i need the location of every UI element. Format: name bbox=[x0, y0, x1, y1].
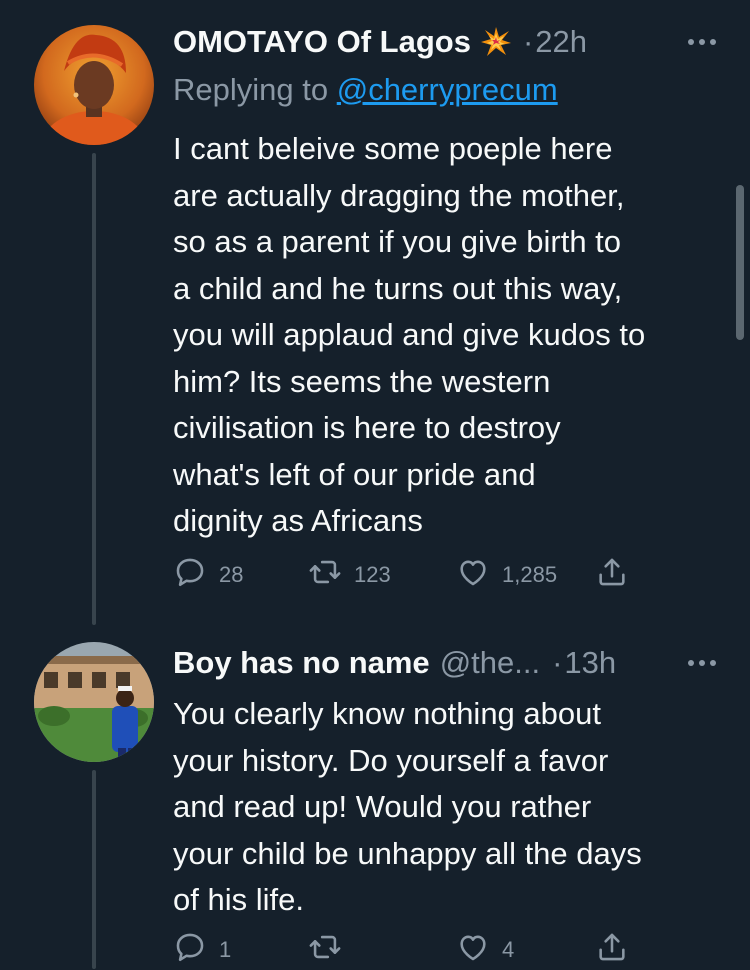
tweet[interactable]: OMOTAYO Of Lagos · 22h Replying to @cher… bbox=[0, 0, 750, 625]
reply-icon bbox=[173, 930, 207, 970]
like-button[interactable]: 4 bbox=[456, 930, 514, 970]
share-icon bbox=[595, 555, 629, 595]
separator-dot: · bbox=[522, 24, 534, 59]
replying-to: Replying to @cherryprecum bbox=[173, 72, 558, 108]
more-icon[interactable] bbox=[688, 39, 716, 45]
display-name[interactable]: Boy has no name bbox=[173, 645, 430, 681]
retweet-icon bbox=[308, 930, 342, 970]
retweet-icon bbox=[308, 555, 342, 595]
username[interactable]: @the... bbox=[440, 645, 540, 681]
reply-count: 28 bbox=[219, 562, 244, 587]
replying-prefix: Replying to bbox=[173, 72, 337, 107]
separator-dot: · bbox=[552, 645, 563, 680]
reply-button[interactable]: 1 bbox=[173, 930, 231, 970]
timestamp[interactable]: 13h bbox=[564, 645, 616, 681]
share-icon bbox=[595, 930, 629, 970]
thread-line bbox=[92, 770, 96, 969]
like-count: 1,285 bbox=[502, 562, 558, 587]
tweet-header: Boy has no name @the... · 13h bbox=[173, 643, 728, 683]
like-icon bbox=[456, 930, 490, 970]
retweet-button[interactable] bbox=[308, 930, 354, 970]
tweet[interactable]: Boy has no name @the... · 13h You clearl… bbox=[0, 625, 750, 969]
like-button[interactable]: 1,285 bbox=[456, 555, 557, 595]
mention-link[interactable]: @cherryprecum bbox=[337, 72, 558, 107]
display-name[interactable]: OMOTAYO Of Lagos bbox=[173, 24, 471, 60]
avatar[interactable] bbox=[34, 25, 154, 145]
thread-line bbox=[92, 153, 96, 625]
retweet-count: 123 bbox=[354, 562, 391, 587]
timestamp[interactable]: 22h bbox=[535, 24, 587, 60]
reply-count: 1 bbox=[219, 937, 232, 962]
reply-button[interactable]: 28 bbox=[173, 555, 243, 595]
tweet-text: You clearly know nothing about your hist… bbox=[173, 696, 642, 917]
avatar[interactable] bbox=[34, 642, 154, 762]
more-icon[interactable] bbox=[688, 660, 716, 666]
like-count: 4 bbox=[502, 937, 515, 962]
tweet-actions: 1 4 bbox=[173, 930, 728, 970]
reply-icon bbox=[173, 555, 207, 595]
tweet-text: I cant beleive some poeple here are actu… bbox=[173, 131, 646, 538]
share-button[interactable] bbox=[595, 930, 629, 970]
like-icon bbox=[456, 555, 490, 595]
tweet-actions: 28 123 1,285 bbox=[173, 555, 728, 595]
share-button[interactable] bbox=[595, 555, 629, 595]
tweet-header: OMOTAYO Of Lagos · 22h bbox=[173, 22, 728, 62]
collision-burst-icon bbox=[480, 27, 511, 57]
retweet-button[interactable]: 123 bbox=[308, 555, 391, 595]
scrollbar[interactable] bbox=[736, 185, 744, 340]
